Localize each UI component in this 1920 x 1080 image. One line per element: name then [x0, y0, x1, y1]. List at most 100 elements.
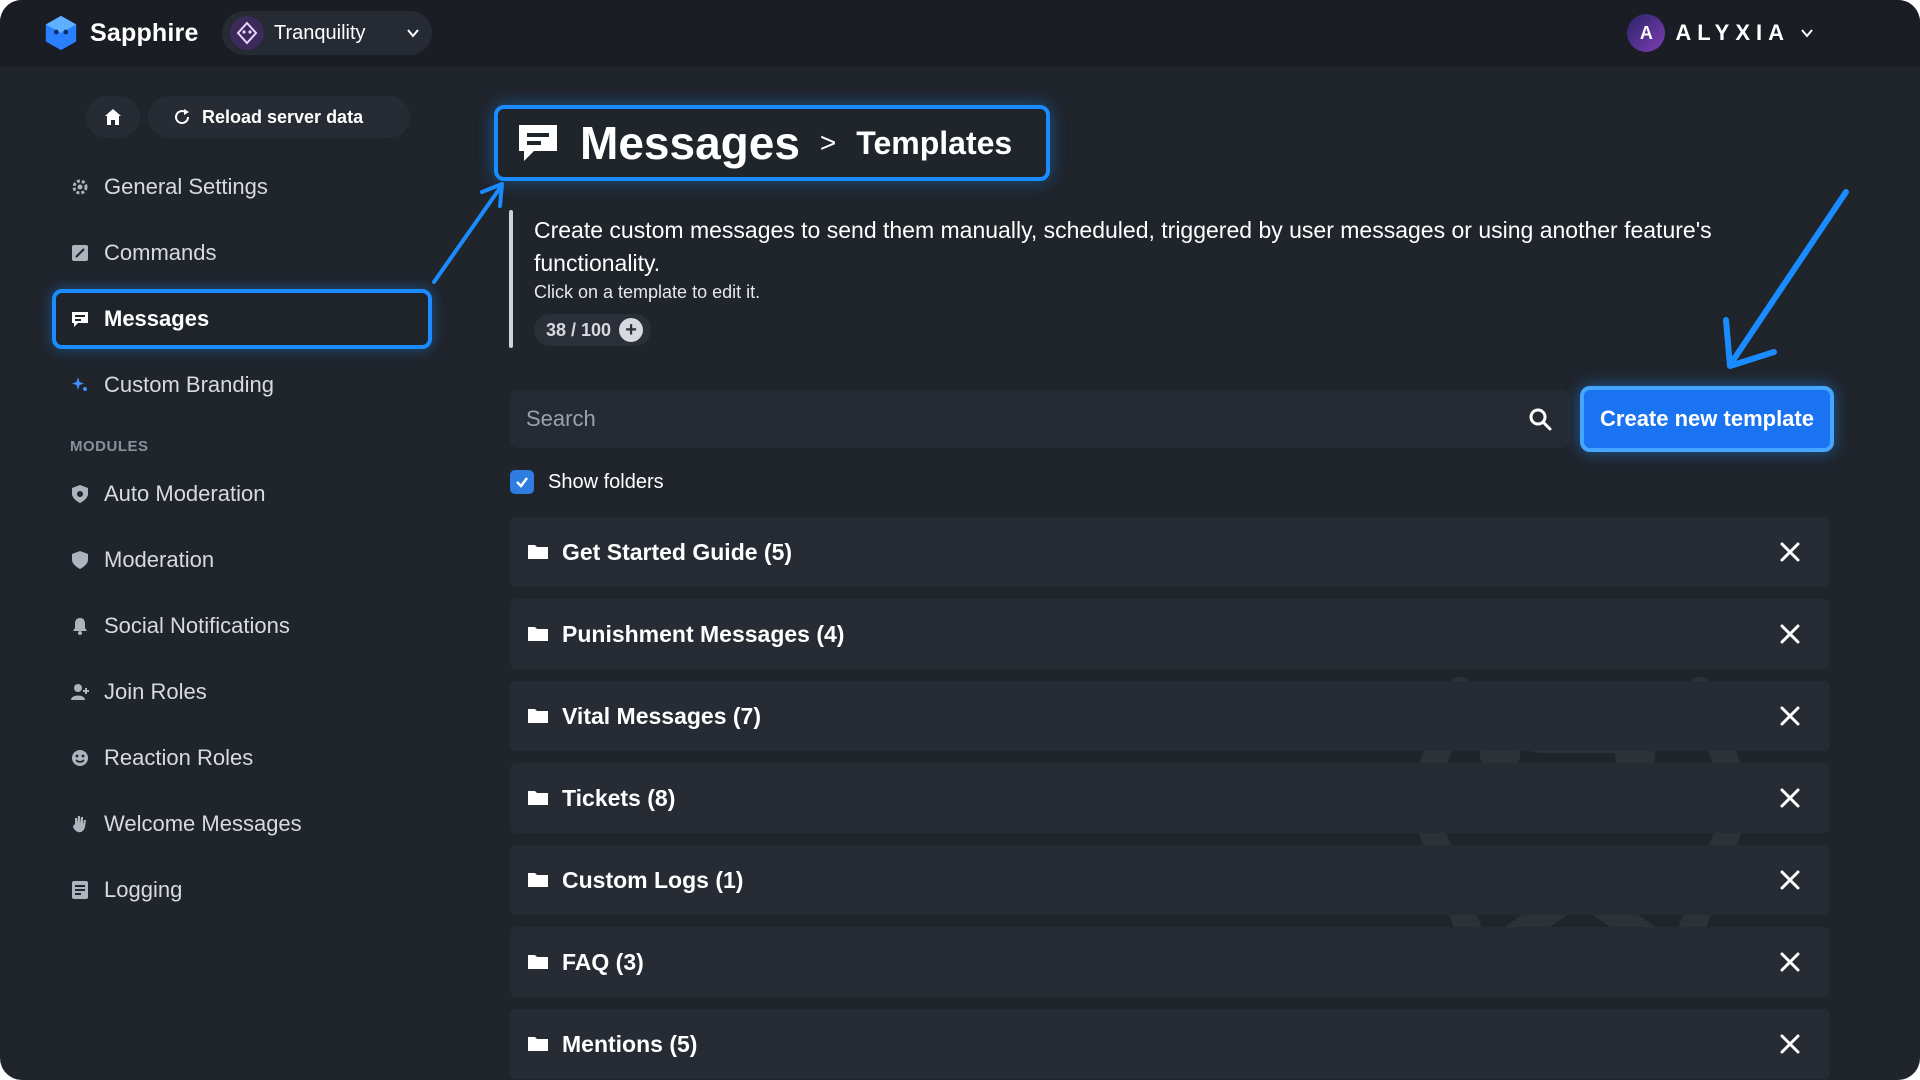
account-menu[interactable]: A ALYXIA [1627, 13, 1814, 53]
close-icon[interactable] [1762, 688, 1818, 744]
folder-label: FAQ (3) [562, 948, 644, 975]
server-logo-icon [236, 21, 258, 45]
annotation-arrow-icon [1723, 189, 1849, 369]
refresh-icon [175, 109, 190, 125]
sidebar-item-join-roles[interactable]: Join Roles [52, 662, 432, 722]
folder-row[interactable]: Get Started Guide (5) [510, 517, 1830, 587]
show-folders-label: Show folders [548, 470, 664, 493]
sidebar-item-welcome-messages[interactable]: Welcome Messages [52, 794, 432, 854]
folder-row[interactable]: Custom Logs (1) [510, 845, 1830, 915]
server-name: Tranquility [274, 21, 366, 44]
plus-icon[interactable]: + [619, 318, 644, 342]
sidebar-item-social-notifications[interactable]: Social Notifications [52, 596, 432, 656]
show-folders-checkbox[interactable] [510, 470, 534, 494]
gear-icon [72, 179, 88, 195]
annotation-arrow-icon [432, 182, 504, 284]
folder-row[interactable]: Punishment Messages (4) [510, 599, 1830, 669]
reload-label: Reload server data [202, 106, 364, 127]
sidebar-item-label: Logging [104, 877, 183, 902]
sidebar-item-label: Moderation [104, 547, 215, 572]
command-icon [72, 245, 88, 261]
sidebar-item-logging[interactable]: Logging [52, 860, 432, 920]
message-icon [519, 125, 557, 161]
page-subtitle: Templates [856, 124, 1013, 161]
page-description: Create custom messages to send them manu… [534, 217, 1712, 276]
smiley-icon [72, 750, 88, 766]
sapphire-logo-icon [45, 15, 77, 51]
wave-hand-icon [73, 816, 86, 833]
modules-section-label: MODULES [70, 438, 149, 455]
brand[interactable]: Sapphire [42, 12, 199, 54]
search-icon[interactable] [1528, 407, 1552, 431]
avatar: A [1627, 14, 1666, 52]
checkmark-icon [516, 477, 528, 488]
folder-icon [528, 791, 548, 805]
sidebar-item-moderation[interactable]: Moderation [52, 530, 432, 590]
sidebar-item-reaction-roles[interactable]: Reaction Roles [52, 728, 432, 788]
brand-name: Sapphire [90, 18, 199, 47]
sparkle-icon [72, 377, 87, 391]
account-name: ALYXIA [1675, 20, 1790, 45]
sidebar-item-label: Commands [104, 240, 217, 265]
reload-server-data-button[interactable]: Reload server data [148, 96, 410, 138]
close-icon[interactable] [1762, 934, 1818, 990]
folder-icon [528, 955, 548, 969]
folder-label: Tickets (8) [562, 784, 676, 811]
sidebar-item-label: Custom Branding [104, 372, 274, 397]
sidebar-item-commands[interactable]: Commands [52, 223, 432, 283]
folder-icon [528, 1037, 548, 1051]
folder-icon [528, 545, 548, 559]
show-folders-toggle[interactable]: Show folders [510, 470, 664, 494]
page-title[interactable]: Messages [580, 116, 800, 170]
create-new-template-button[interactable]: Create new template [1580, 386, 1834, 452]
chevron-down-icon [407, 29, 419, 38]
folder-label: Get Started Guide (5) [562, 538, 793, 565]
sidebar-item-label: General Settings [104, 174, 268, 199]
search-bar [510, 390, 1570, 448]
sidebar-item-label: Social Notifications [104, 613, 290, 638]
folder-label: Custom Logs (1) [562, 866, 744, 893]
template-count: 38 / 100 [546, 319, 612, 340]
server-selector[interactable]: Tranquility [222, 11, 432, 55]
folder-row[interactable]: Tickets (8) [510, 763, 1830, 833]
folder-icon [528, 627, 548, 641]
user-add-icon [71, 684, 89, 700]
folder-icon [528, 709, 548, 723]
top-bar: Sapphire Tranquility A ALYXIA [0, 0, 1920, 66]
message-icon [72, 312, 88, 327]
sidebar-item-general-settings[interactable]: General Settings [52, 157, 432, 217]
description-divider [509, 210, 513, 348]
home-icon [105, 109, 121, 125]
page-hint: Click on a template to edit it. [534, 282, 761, 302]
template-count-badge[interactable]: 38 / 100 + [534, 314, 652, 346]
close-icon[interactable] [1762, 770, 1818, 826]
folder-row[interactable]: FAQ (3) [510, 927, 1830, 997]
bell-icon [73, 618, 87, 635]
close-icon[interactable] [1762, 1016, 1818, 1072]
sidebar-item-label: Join Roles [104, 679, 207, 704]
search-input[interactable] [526, 406, 1528, 432]
breadcrumb: Messages > Templates [494, 105, 1050, 181]
sidebar-item-label: Welcome Messages [104, 811, 302, 836]
sidebar-item-label: Messages [104, 306, 210, 331]
chevron-down-icon [1801, 29, 1813, 38]
close-icon[interactable] [1762, 606, 1818, 662]
folder-row[interactable]: Vital Messages (7) [510, 681, 1830, 751]
sidebar-item-custom-branding[interactable]: Custom Branding [52, 355, 432, 415]
shield-icon [72, 551, 88, 569]
sidebar-item-messages[interactable]: Messages [52, 289, 432, 349]
sidebar-item-auto-moderation[interactable]: Auto Moderation [52, 464, 432, 524]
close-icon[interactable] [1762, 524, 1818, 580]
folder-icon [528, 873, 548, 887]
close-icon[interactable] [1762, 852, 1818, 908]
app-window: Sapphire Tranquility A ALYXIA Reload ser… [0, 0, 1920, 1080]
server-avatar [230, 16, 264, 50]
folder-label: Mentions (5) [562, 1030, 698, 1057]
sidebar-item-label: Reaction Roles [104, 745, 254, 770]
folder-row[interactable]: Mentions (5) [510, 1009, 1830, 1079]
sidebar-item-label: Auto Moderation [104, 481, 266, 506]
log-icon [72, 881, 88, 899]
home-button[interactable] [86, 96, 140, 138]
shield-gear-icon [72, 485, 88, 503]
breadcrumb-separator: > [819, 127, 837, 158]
